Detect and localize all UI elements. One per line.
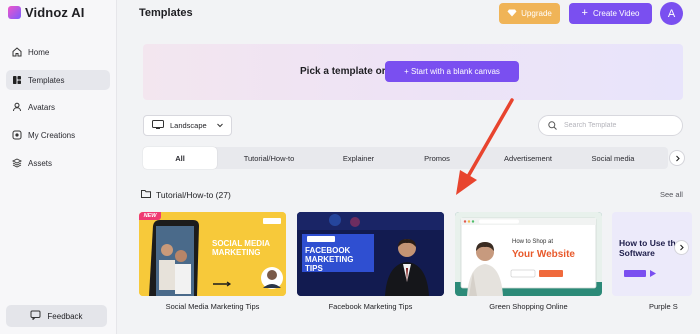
template-card-label: Green Shopping Online [489,302,568,311]
tab-social-media[interactable]: Social media [578,147,648,169]
template-card-social-media-marketing[interactable]: SOCIAL MEDIA MARKETING NEW [139,212,286,296]
tabs-scroll-right-button[interactable] [669,150,685,166]
create-video-label: Create Video [592,9,640,18]
landscape-icon [152,120,164,131]
sidebar-item-avatars[interactable]: Avatars [6,97,110,117]
sidebar-item-label: Templates [28,75,65,85]
app-root: Vidnoz AI Home Templates Avatars My Crea… [0,0,700,334]
search-input[interactable] [564,122,674,129]
chevron-down-icon [216,121,224,131]
sidebar-item-home[interactable]: Home [6,42,110,62]
tab-advertisement[interactable]: Advertisement [478,147,578,169]
sidebar-item-assets[interactable]: Assets [6,153,110,173]
upgrade-button[interactable]: Upgrade [499,3,560,24]
page-title: Templates [139,7,193,19]
sidebar: Vidnoz AI Home Templates Avatars My Crea… [0,0,117,334]
thumbnail-subtitle: How to Shop at [512,239,554,245]
logo[interactable]: Vidnoz AI [8,5,84,20]
thumbnail-title: FACEBOOK MARKETING TIPS [305,246,354,274]
blank-canvas-banner: Pick a template or + Start with a blank … [143,44,683,100]
template-card-label: Facebook Marketing Tips [328,302,413,311]
category-tabs: All Tutorial/How-to Explainer Promos Adv… [143,147,668,169]
sidebar-item-templates[interactable]: Templates [6,70,110,90]
template-card-label: Social Media Marketing Tips [165,302,260,311]
chevron-right-icon [680,244,684,251]
plus-icon: + [581,7,588,19]
feedback-label: Feedback [47,311,83,321]
sidebar-item-label: My Creations [28,130,76,140]
templates-icon [11,75,22,86]
new-badge: NEW [139,212,161,220]
tab-all[interactable]: All [143,147,217,169]
sidebar-item-my-creations[interactable]: My Creations [6,125,110,145]
thumbnail-title: SOCIAL MEDIA MARKETING [212,239,270,258]
search-icon [548,117,557,135]
feedback-icon [30,310,41,322]
tab-tutorial-how-to[interactable]: Tutorial/How-to [217,147,321,169]
feedback-button[interactable]: Feedback [6,305,107,327]
orientation-dropdown[interactable]: Landscape [143,115,232,136]
chevron-right-icon [675,155,680,161]
cards-scroll-right-button[interactable] [674,240,689,255]
creations-icon [11,130,22,141]
home-icon [11,47,22,58]
sidebar-item-label: Home [28,47,50,57]
upgrade-label: Upgrade [521,9,552,18]
banner-text: Pick a template or [300,66,386,77]
orientation-value: Landscape [170,121,207,130]
logo-icon [8,6,21,19]
section-header: Tutorial/How-to (27) [141,189,231,200]
section-title: Tutorial/How-to (27) [156,189,231,200]
assets-icon [11,158,22,169]
template-search[interactable] [538,115,683,136]
avatar[interactable]: A [660,2,683,25]
folder-icon [141,189,151,200]
template-card-green-shopping[interactable]: How to Shop at Your Website [455,212,602,296]
tab-promos[interactable]: Promos [396,147,478,169]
app-name: Vidnoz AI [25,5,85,20]
template-card-label: Purple S [649,302,678,311]
start-blank-canvas-button[interactable]: + Start with a blank canvas [385,61,519,82]
tab-explainer[interactable]: Explainer [321,147,396,169]
template-card-facebook-marketing[interactable]: FACEBOOK MARKETING TIPS [297,212,444,296]
diamond-icon [507,9,517,19]
thumbnail-title: Your Website [512,249,575,260]
create-video-button[interactable]: + Create Video [569,3,652,24]
sidebar-item-label: Avatars [28,102,55,112]
avatar-icon [11,102,22,113]
see-all-link[interactable]: See all [660,190,683,199]
sidebar-item-label: Assets [28,158,53,168]
